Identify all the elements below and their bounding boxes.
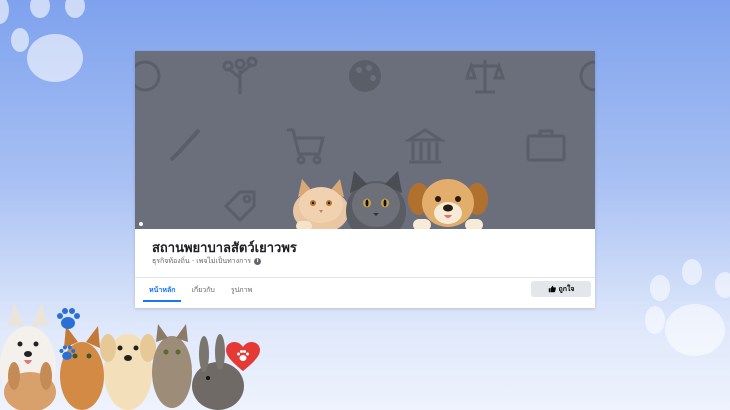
shopping-cart-icon: [287, 128, 325, 165]
heart-icon: [226, 342, 260, 371]
carousel-dot: [139, 222, 143, 226]
paw-print-icon: [57, 308, 80, 329]
info-icon[interactable]: i: [254, 258, 262, 265]
pattern-icon: [135, 60, 161, 92]
cover-photo: [135, 51, 595, 229]
like-button-label: ถูกใจ: [558, 284, 575, 293]
facebook-page-card: สถานพยาบาลสัตว์เยาวพร ธุรกิจท้องถิ่น · เ…: [135, 51, 595, 308]
building-icon: [405, 128, 445, 164]
pattern-icon: [579, 60, 595, 92]
paw-print-icon: [59, 345, 76, 360]
page-title: สถานพยาบาลสัตว์เยาวพร: [152, 241, 297, 256]
page-subtitle: ธุรกิจท้องถิ่น · เพจไม่เป็นทางการ i: [152, 256, 262, 267]
scale-icon: [465, 60, 505, 94]
tree-icon: [222, 56, 258, 94]
palette-icon: [349, 60, 381, 92]
page-category: ธุรกิจท้องถิ่น · เพจไม่เป็นทางการ: [152, 257, 252, 265]
puppy-illustration: [408, 179, 488, 229]
thumbs-up-icon: [548, 285, 556, 293]
like-button[interactable]: ถูกใจ: [531, 281, 591, 297]
briefcase-icon: [526, 129, 566, 162]
paw-print-icon: [645, 259, 730, 356]
brush-icon: [169, 128, 201, 162]
grey-cat-illustration: [346, 171, 406, 229]
divider: [135, 277, 595, 278]
paw-print-icon: [0, 0, 85, 82]
tag-icon: [223, 190, 256, 223]
